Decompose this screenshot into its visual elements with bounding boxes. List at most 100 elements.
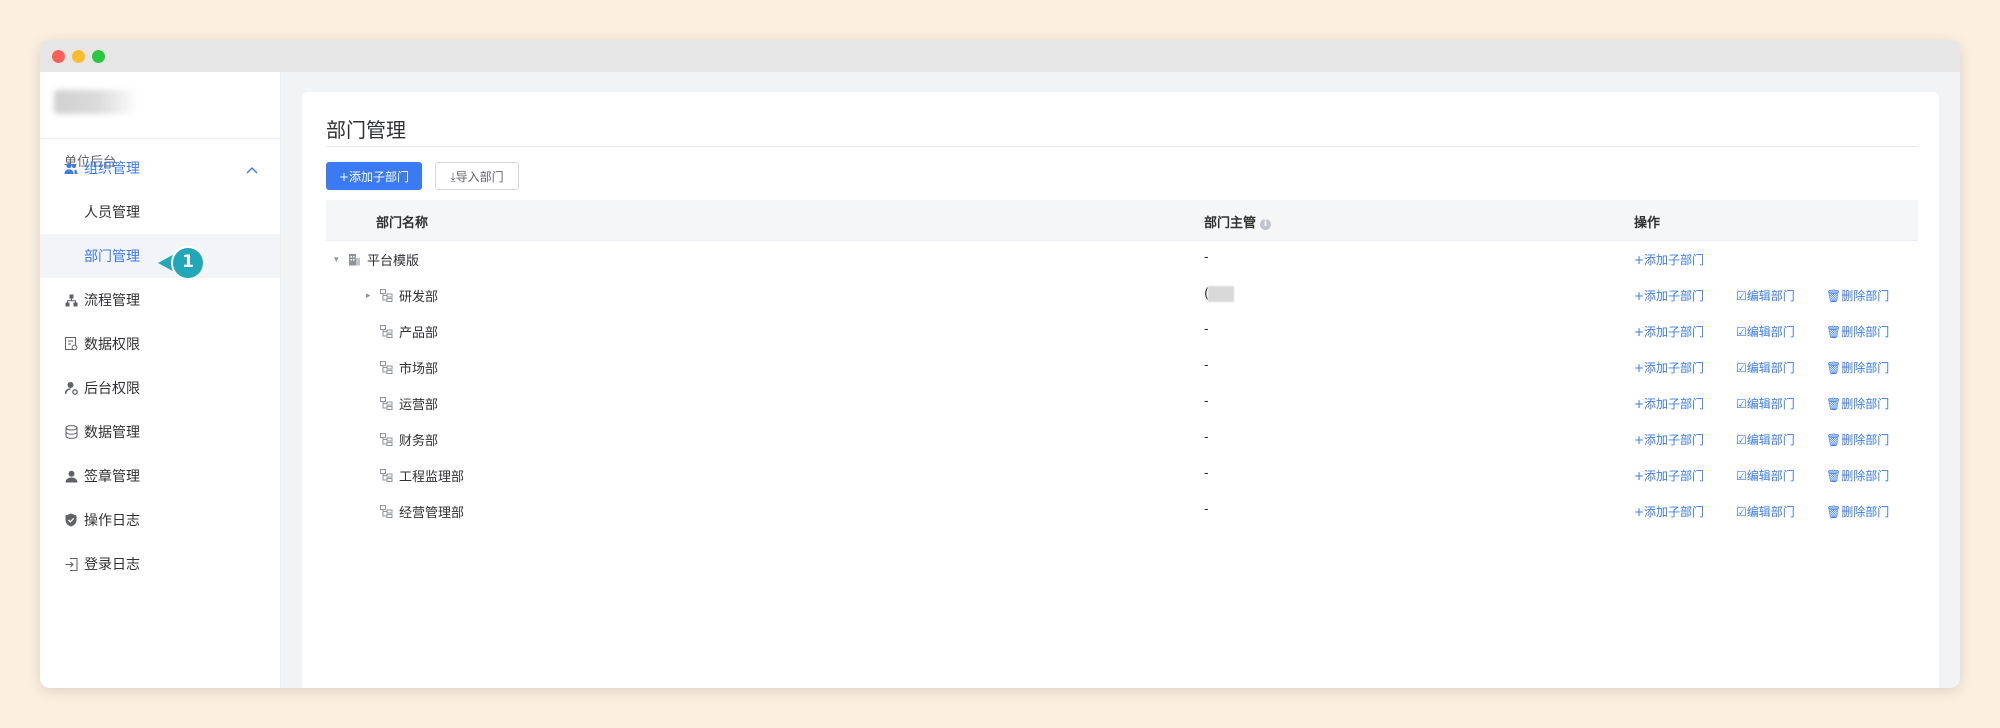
department-name: 工程监理部: [399, 470, 465, 485]
delete-department-link[interactable]: 🗑删除部门: [1826, 395, 1889, 412]
department-name: 运营部: [399, 398, 439, 413]
database-icon: [64, 425, 78, 439]
edit-department-link[interactable]: ☑编辑部门: [1736, 359, 1795, 376]
delete-department-link[interactable]: 🗑删除部门: [1826, 467, 1889, 484]
department-manager-cell: -: [1204, 430, 1209, 445]
department-name-cell: 工程监理部: [366, 466, 464, 485]
edit-icon: ☑: [1736, 433, 1747, 447]
edit-icon: ☑: [1736, 289, 1747, 303]
department-manager-cell: -: [1204, 322, 1209, 337]
edit-icon: ☑: [1736, 361, 1747, 375]
department-name-cell: 财务部: [366, 430, 438, 449]
add-sub-department-link[interactable]: +添加子部门: [1634, 359, 1704, 376]
minimize-window-button[interactable]: [72, 50, 85, 63]
department-name-cell: 产品部: [366, 322, 438, 341]
add-sub-department-link[interactable]: +添加子部门: [1634, 395, 1704, 412]
main-content: 部门管理 +添加子部门 ⤓导入部门 部门名称 部门主管 i 操作 ▾ 平台模版 - +添…: [281, 72, 1960, 688]
login-icon: [64, 557, 78, 571]
column-header-manager: 部门主管 i: [1204, 212, 1272, 231]
add-sub-department-link[interactable]: +添加子部门: [1634, 467, 1704, 484]
edit-department-link[interactable]: ☑编辑部门: [1736, 431, 1795, 448]
edit-department-link[interactable]: ☑编辑部门: [1736, 467, 1795, 484]
add-sub-department-link[interactable]: +添加子部门: [1634, 431, 1704, 448]
edit-department-link[interactable]: ☑编辑部门: [1736, 287, 1795, 304]
table-row: ▸ 研发部 ( +添加子部门 ☑编辑部门 🗑删除部门: [326, 276, 1918, 312]
add-sub-department-link[interactable]: +添加子部门: [1634, 503, 1704, 520]
department-name: 财务部: [399, 434, 439, 449]
add-sub-department-button[interactable]: +添加子部门: [326, 162, 422, 190]
sidebar-item-label: 数据权限: [84, 337, 140, 353]
edit-department-link[interactable]: ☑编辑部门: [1736, 395, 1795, 412]
org-tree-icon: [380, 361, 393, 374]
edit-icon: ☑: [1736, 469, 1747, 483]
department-name: 产品部: [399, 326, 439, 341]
sidebar-item-data-management[interactable]: 数据管理: [40, 410, 280, 454]
delete-department-link[interactable]: 🗑删除部门: [1826, 503, 1889, 520]
divider: [40, 138, 280, 139]
add-sub-department-link[interactable]: +添加子部门: [1634, 323, 1704, 340]
department-manager-cell: (: [1204, 286, 1235, 302]
org-tree-icon: [380, 325, 393, 338]
delete-department-link[interactable]: 🗑删除部门: [1826, 359, 1889, 376]
sidebar-item-staff[interactable]: 人员管理: [40, 190, 280, 234]
department-manager: -: [1204, 322, 1209, 337]
org-tree-icon: [380, 433, 393, 446]
department-manager: -: [1204, 358, 1209, 373]
edit-department-link[interactable]: ☑编辑部门: [1736, 323, 1795, 340]
edit-icon: ☑: [1736, 505, 1747, 519]
table-header: 部门名称 部门主管 i 操作: [326, 200, 1918, 241]
delete-department-link[interactable]: 🗑删除部门: [1826, 431, 1889, 448]
data-permission-icon: [64, 337, 78, 351]
import-department-button[interactable]: ⤓导入部门: [435, 162, 519, 190]
table-row: 市场部 - +添加子部门 ☑编辑部门 🗑删除部门: [326, 348, 1918, 384]
department-manager: -: [1204, 502, 1209, 517]
sidebar-item-seal[interactable]: 签章管理: [40, 454, 280, 498]
department-manager: -: [1204, 466, 1209, 481]
maximize-window-button[interactable]: [92, 50, 105, 63]
info-icon[interactable]: i: [1260, 219, 1272, 230]
sidebar-item-operation-log[interactable]: 操作日志: [40, 498, 280, 542]
close-window-button[interactable]: [52, 50, 65, 63]
sidebar-item-departments[interactable]: 部门管理 1: [40, 234, 280, 280]
caret-down-icon[interactable]: ▾: [334, 255, 344, 265]
sidebar-group-label: 组织管理: [84, 161, 140, 177]
caret-right-icon[interactable]: ▸: [366, 291, 376, 301]
add-sub-department-link[interactable]: +添加子部门: [1634, 287, 1704, 304]
step-badge-number: 1: [182, 252, 194, 272]
department-table-body: ▾ 平台模版 - +添加子部门 ▸ 研发部(+添加子部门 ☑编辑部门 🗑删除部门 产品部 - +添加…: [326, 240, 1918, 528]
edit-icon: ☑: [1736, 325, 1747, 339]
redacted-name: [1208, 286, 1235, 302]
org-tree-icon: [380, 469, 393, 482]
trash-icon: 🗑: [1826, 325, 1842, 339]
sidebar-item-label: 流程管理: [84, 293, 140, 309]
org-tree-icon: [380, 289, 393, 302]
department-name: 经营管理部: [399, 506, 465, 521]
flow-icon: [64, 293, 78, 307]
page-title: 部门管理: [326, 118, 406, 142]
department-name: 研发部: [399, 290, 439, 305]
building-icon: [348, 253, 361, 266]
chevron-up-icon[interactable]: [246, 162, 258, 178]
table-row: 运营部 - +添加子部门 ☑编辑部门 🗑删除部门: [326, 384, 1918, 420]
table-row: ▾ 平台模版 - +添加子部门: [326, 240, 1918, 276]
step-badge: 1: [156, 246, 208, 280]
trash-icon: 🗑: [1826, 361, 1842, 375]
org-tree-icon: [380, 505, 393, 518]
trash-icon: 🗑: [1826, 469, 1842, 483]
sidebar-item-data-permission[interactable]: 数据权限: [40, 322, 280, 366]
sidebar-item-admin-permission[interactable]: 后台权限: [40, 366, 280, 410]
department-manager-cell: -: [1204, 502, 1209, 517]
add-sub-department-link[interactable]: +添加子部门: [1634, 251, 1704, 268]
sidebar-group-org[interactable]: 组织管理: [40, 146, 280, 190]
delete-department-link[interactable]: 🗑删除部门: [1826, 287, 1889, 304]
department-manager-cell: -: [1204, 250, 1209, 265]
trash-icon: 🗑: [1826, 289, 1842, 303]
edit-department-link[interactable]: ☑编辑部门: [1736, 503, 1795, 520]
department-name-cell: 经营管理部: [366, 502, 464, 521]
sidebar-item-login-log[interactable]: 登录日志: [40, 542, 280, 586]
delete-department-link[interactable]: 🗑删除部门: [1826, 323, 1889, 340]
department-manager-cell: -: [1204, 394, 1209, 409]
sidebar-item-label: 人员管理: [84, 205, 140, 221]
sidebar-item-flow[interactable]: 流程管理: [40, 278, 280, 322]
sidebar-item-label: 操作日志: [84, 513, 140, 529]
